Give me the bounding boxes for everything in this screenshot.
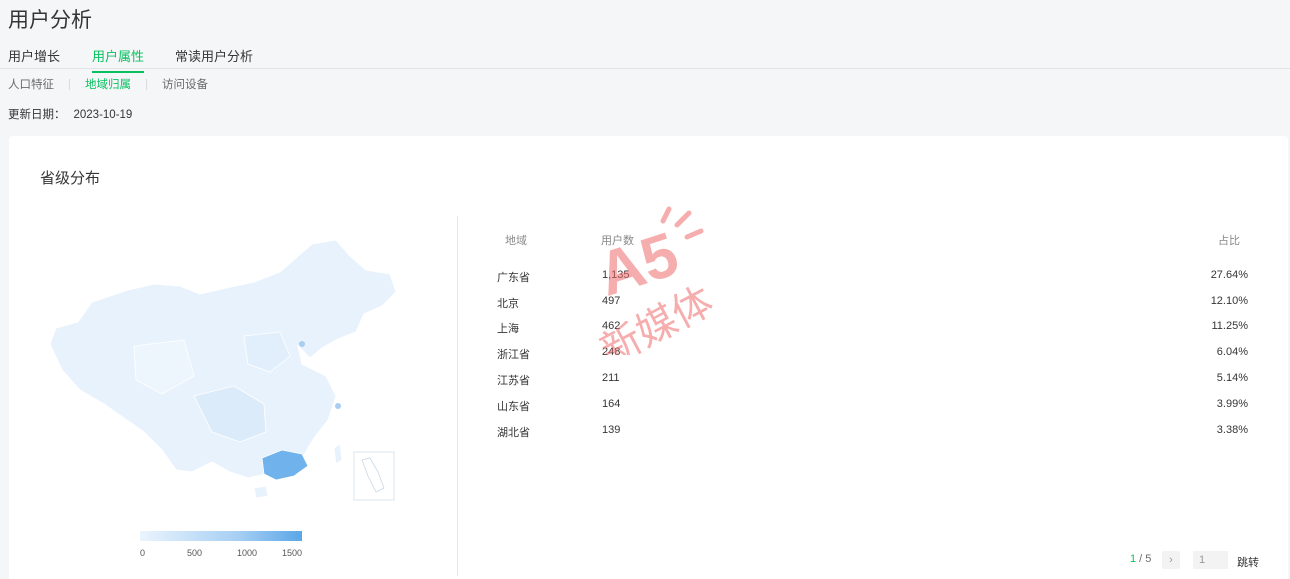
subtab-divider: [69, 78, 70, 90]
cell-region: 广东省: [497, 272, 530, 284]
map-beijing[interactable]: [299, 341, 305, 347]
cell-ratio: 12.10%: [1210, 295, 1248, 307]
subtab-region[interactable]: 地域归属: [85, 76, 131, 92]
card-divider: [457, 216, 458, 576]
cell-region: 北京: [497, 298, 519, 310]
map-shanghai[interactable]: [335, 403, 341, 409]
cell-region: 浙江省: [497, 349, 530, 361]
table-row: 上海 462 11.25%: [495, 320, 1255, 340]
sub-tabs: 人口特征 地域归属 访问设备: [8, 76, 208, 92]
legend-tick: 0: [140, 548, 146, 558]
cell-users: 1,135: [602, 269, 630, 281]
chevron-right-icon: ›: [1169, 554, 1173, 566]
main-tabs: 用户增长 用户属性 常读用户分析: [0, 40, 1290, 73]
table-row: 山东省 164 3.99%: [495, 398, 1255, 418]
jump-button[interactable]: 跳转: [1237, 554, 1259, 574]
cell-ratio: 3.99%: [1216, 398, 1248, 410]
column-header-ratio: 占比: [1218, 235, 1240, 247]
cell-users: 164: [602, 398, 621, 410]
update-date: 更新日期： 2023-10-19: [8, 106, 132, 122]
cell-ratio: 5.14%: [1216, 372, 1248, 384]
map-mainland[interactable]: [49, 239, 397, 479]
cell-users: 211: [602, 372, 620, 384]
cell-region: 湖北省: [497, 427, 530, 439]
tab-user-growth[interactable]: 用户增长: [8, 46, 60, 71]
map-taiwan[interactable]: [333, 443, 343, 465]
legend-tick: 500: [187, 548, 203, 558]
column-header-users: 用户数: [601, 235, 634, 247]
cell-users: 139: [602, 424, 621, 436]
update-date-value: 2023-10-19: [73, 109, 133, 121]
tab-frequent-reader-analysis[interactable]: 常读用户分析: [175, 46, 253, 71]
page-title: 用户分析: [8, 9, 92, 32]
legend-tick: 1000: [237, 548, 258, 558]
table-row: 浙江省 248 6.04%: [495, 346, 1255, 366]
tab-user-attributes[interactable]: 用户属性: [92, 46, 145, 73]
cell-ratio: 11.25%: [1211, 320, 1249, 332]
cell-ratio: 27.64%: [1210, 269, 1248, 281]
subtab-divider: [146, 78, 147, 90]
next-page-button[interactable]: ›: [1162, 551, 1180, 569]
cell-ratio: 3.38%: [1216, 424, 1248, 436]
subtab-devices[interactable]: 访问设备: [162, 76, 208, 92]
map-legend-bar: [140, 531, 302, 541]
map-south-sea-inset: [353, 451, 395, 501]
card-title: 省级分布: [40, 170, 101, 187]
page-indicator: 1 / 5: [1130, 553, 1151, 573]
cell-region: 山东省: [497, 401, 530, 413]
subtab-demographics[interactable]: 人口特征: [8, 76, 54, 92]
map-hainan[interactable]: [253, 485, 269, 499]
cell-ratio: 6.04%: [1216, 346, 1248, 358]
province-distribution-card: 省级分布 0 500 1000 1500 地域 用户数 占比 广东省 1,135…: [9, 136, 1288, 579]
cell-users: 248: [602, 346, 621, 358]
cell-users: 497: [602, 295, 621, 307]
table-row: 北京 497 12.10%: [495, 295, 1255, 315]
update-date-label: 更新日期：: [8, 109, 66, 121]
page-total: 5: [1145, 553, 1152, 565]
table-row: 广东省 1,135 27.64%: [495, 269, 1255, 289]
table-row: 湖北省 139 3.38%: [495, 424, 1255, 444]
table-row: 江苏省 211 5.14%: [495, 372, 1255, 392]
legend-tick: 1500: [282, 548, 303, 558]
page-jump-input[interactable]: [1193, 551, 1228, 569]
cell-region: 上海: [497, 323, 519, 335]
cell-users: 462: [602, 320, 621, 332]
column-header-region: 地域: [505, 235, 527, 247]
page-separator: /: [1136, 553, 1146, 565]
cell-region: 江苏省: [497, 375, 530, 387]
china-map[interactable]: [44, 236, 404, 511]
